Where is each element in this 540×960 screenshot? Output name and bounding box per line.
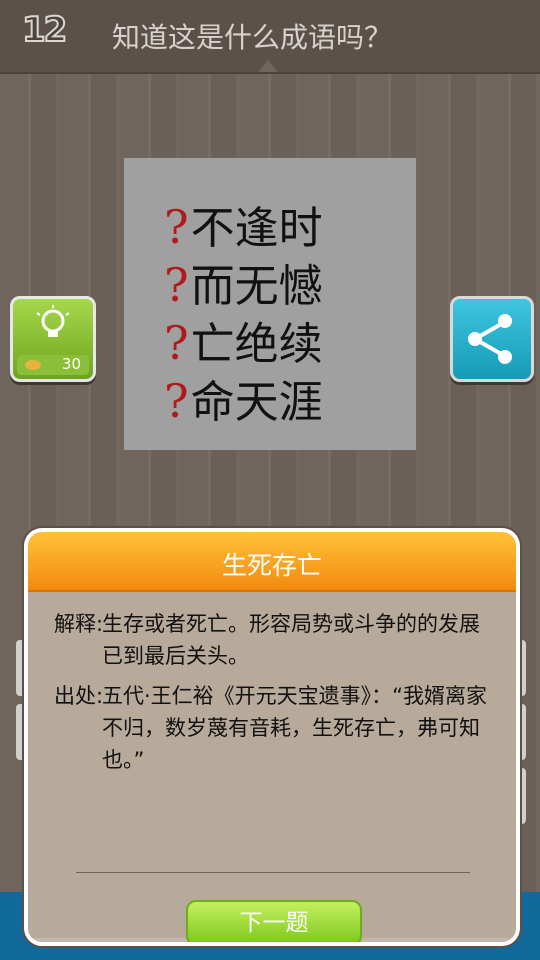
puzzle-card: ?不逢时 ?而无憾 ?亡绝续 ?命天涯 xyxy=(124,158,416,450)
source-text: 五代·王仁裕《开元天宝遗事》：“我婿离家不归，数岁蔑有音耗，生死存亡，弗可知也。… xyxy=(102,684,488,772)
puzzle-line-text: 亡绝续 xyxy=(190,319,323,370)
missing-char-mark: ? xyxy=(164,316,189,370)
puzzle-line: ?而无憾 xyxy=(164,250,323,314)
source-label: 出处: xyxy=(54,684,104,708)
divider xyxy=(76,872,470,873)
dialog-body: 解释: 生存或者死亡。形容局势或斗争的的发展已到最后关头。 出处: 五代·王仁裕… xyxy=(28,592,516,942)
coin-icon xyxy=(25,360,41,370)
hint-button[interactable]: 30 xyxy=(10,296,96,382)
next-question-button[interactable]: 下一题 xyxy=(186,900,362,942)
prompt-pointer xyxy=(258,60,278,72)
question-prompt: 知道这是什么成语吗？ xyxy=(112,21,393,54)
puzzle-line: ?不逢时 xyxy=(164,192,323,256)
hint-cost-value: 30 xyxy=(61,355,81,373)
hint-cost: 30 xyxy=(17,355,89,375)
missing-char-mark: ? xyxy=(164,200,189,254)
share-icon xyxy=(468,314,512,364)
puzzle-line: ?亡绝续 xyxy=(164,308,323,372)
puzzle-line-text: 命天涯 xyxy=(190,377,323,428)
explanation-text: 生存或者死亡。形容局势或斗争的的发展已到最后关头。 xyxy=(102,612,480,668)
lightbulb-icon xyxy=(36,305,70,337)
explanation-label: 解释: xyxy=(54,612,104,636)
answer-dialog: 生死存亡 解释: 生存或者死亡。形容局势或斗争的的发展已到最后关头。 出处: 五… xyxy=(24,528,520,946)
puzzle-line: ?命天涯 xyxy=(164,366,323,430)
puzzle-line-text: 而无憾 xyxy=(190,261,323,312)
missing-char-mark: ? xyxy=(164,374,189,428)
missing-char-mark: ? xyxy=(164,258,189,312)
dialog-title: 生死存亡 xyxy=(221,551,322,580)
puzzle-line-text: 不逢时 xyxy=(190,203,323,254)
dialog-header: 生死存亡 xyxy=(28,532,516,592)
level-number: 12 xyxy=(21,9,68,51)
share-button[interactable] xyxy=(450,296,534,382)
top-bar: 12 知道这是什么成语吗？ xyxy=(0,0,540,74)
